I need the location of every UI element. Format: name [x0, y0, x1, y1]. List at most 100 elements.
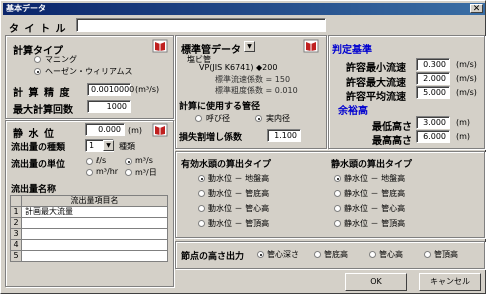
outflow-table: 流出量項目名 1 計画最大流量 2 3 4 5	[10, 195, 168, 262]
margin-max-label: 最高高さ	[372, 136, 412, 147]
table-header-name: 流出量項目名	[21, 195, 168, 207]
outflow-name-cell[interactable]	[21, 228, 168, 240]
static-level-input[interactable]: 0.000	[85, 123, 125, 136]
row-number: 5	[10, 250, 22, 262]
judge-min-unit: (m/s)	[456, 60, 477, 69]
node-top-radio[interactable]	[424, 251, 431, 258]
count-suffix: 種類	[119, 142, 135, 151]
effective-top-label: 動水位 － 管頂高	[208, 219, 270, 228]
row-number: 4	[10, 239, 22, 251]
static-head-top-radio[interactable]	[334, 220, 341, 227]
static-head-center-label: 静水位 － 管心高	[344, 204, 406, 213]
static-head-ground-radio[interactable]	[334, 175, 341, 182]
node-depth-radio[interactable]	[257, 251, 264, 258]
table-row[interactable]: 3	[10, 228, 168, 240]
title-input[interactable]	[76, 18, 326, 32]
static-head-ground-label: 静水位 － 地盤高	[344, 174, 406, 183]
table-header-row: 流出量項目名	[10, 195, 168, 207]
judge-max-unit: (m/s)	[456, 74, 477, 83]
effective-bottom-label: 動水位 － 管底高	[208, 189, 270, 198]
loss-label: 損失割増し係数	[179, 133, 243, 143]
margin-min-label: 最低高さ	[372, 122, 412, 133]
unit-ls-radio[interactable]	[86, 158, 93, 165]
accuracy-label: 計 算 精 度	[13, 88, 71, 99]
effective-bottom-radio[interactable]	[198, 190, 205, 197]
max-iter-label: 最大計算回数	[13, 105, 73, 116]
close-button[interactable]: ✕	[470, 4, 483, 14]
diameter-nominal-radio[interactable]	[195, 115, 202, 122]
table-row[interactable]: 5	[10, 250, 168, 262]
outflow-name-cell[interactable]	[21, 217, 168, 229]
dialog-window: 基本データ ✕ タ イ ト ル 計算タイプ マニング ヘーゼン・ウィリアムス 計…	[0, 0, 486, 294]
margin-max-unit: (m)	[456, 132, 471, 141]
effective-ground-radio[interactable]	[198, 175, 205, 182]
judge-min-input[interactable]: 0.300	[416, 58, 450, 71]
diameter-label: 計算に使用する管径	[179, 102, 261, 112]
margin-min-unit: (m)	[456, 118, 471, 127]
diameter-inner-radio[interactable]	[255, 115, 262, 122]
margin-header: 余裕高	[338, 106, 368, 117]
unit-m3day-radio[interactable]	[125, 169, 132, 176]
outflow-name-cell[interactable]: 計画最大流量	[21, 206, 168, 218]
title-label: タ イ ト ル	[9, 24, 67, 35]
judge-max-input[interactable]: 2.000	[416, 72, 450, 85]
static-head-bottom-label: 静水位 － 管底高	[344, 189, 406, 198]
table-row[interactable]: 1 計画最大流量	[10, 206, 168, 218]
accuracy-input[interactable]: 0.0010000	[87, 83, 134, 96]
judge-max-label: 許容最大流速	[346, 78, 406, 89]
static-head-center-radio[interactable]	[334, 205, 341, 212]
book-icon[interactable]	[303, 39, 319, 53]
count-label: 流出量の種類	[11, 143, 66, 153]
judge-header: 判定基準	[332, 45, 372, 56]
loss-input[interactable]: 1.100	[267, 129, 301, 142]
margin-min-input[interactable]: 3.000	[416, 116, 450, 129]
calc-type-hazen-label: ヘーゼン・ウィリアムス	[45, 67, 133, 76]
max-iter-input[interactable]: 1000	[87, 100, 131, 113]
pipe-rough: 標準粗度係数 = 0.010	[215, 86, 298, 95]
unit-m3hr-radio[interactable]	[86, 169, 93, 176]
count-dropdown-button[interactable]: ▼	[103, 140, 114, 151]
judge-avg-label: 許容平均流速	[346, 92, 406, 103]
row-number: 1	[10, 206, 22, 218]
ok-button[interactable]: OK	[345, 273, 407, 291]
pipe-coef: 標準流速係数 = 150	[215, 75, 291, 84]
title-bar: 基本データ ✕	[3, 3, 485, 15]
outflow-name-cell[interactable]	[21, 239, 168, 251]
calc-type-manning-radio[interactable]	[34, 56, 41, 63]
accuracy-unit: (m³/s)	[135, 85, 160, 94]
effective-center-radio[interactable]	[198, 205, 205, 212]
node-depth-label: 管心深さ	[267, 250, 299, 259]
row-number: 2	[10, 217, 22, 229]
node-center-radio[interactable]	[369, 251, 376, 258]
judge-min-label: 許容最小流速	[346, 63, 406, 74]
node-bottom-radio[interactable]	[314, 251, 321, 258]
effective-top-radio[interactable]	[198, 220, 205, 227]
static-head-bottom-radio[interactable]	[334, 190, 341, 197]
effective-ground-label: 動水位 － 地盤高	[208, 174, 270, 183]
book-icon[interactable]	[152, 123, 168, 137]
unit-m3s-label: m³/s	[135, 156, 153, 165]
table-row[interactable]: 2	[10, 217, 168, 229]
margin-max-input[interactable]: 6.000	[416, 130, 450, 143]
judge-avg-input[interactable]: 5.000	[416, 86, 450, 99]
cancel-button[interactable]: キャンセル	[419, 273, 481, 291]
diameter-inner-label: 実内径	[266, 114, 290, 123]
static-level-unit: (m)	[128, 126, 143, 135]
table-row[interactable]: 4	[10, 239, 168, 251]
calc-type-hazen-radio[interactable]	[34, 68, 41, 75]
pipe-dropdown-button[interactable]: ▼	[244, 41, 255, 52]
node-top-label: 管頂高	[434, 250, 458, 259]
book-icon[interactable]	[152, 39, 168, 53]
unit-m3s-radio[interactable]	[125, 158, 132, 165]
node-label: 節点の高さ出力	[181, 252, 245, 262]
judge-avg-unit: (m/s)	[456, 88, 477, 97]
row-number: 3	[10, 228, 22, 240]
node-bottom-label: 管底高	[324, 250, 348, 259]
unit-label: 流出量の単位	[11, 160, 66, 170]
calc-type-manning-label: マニング	[45, 55, 77, 64]
effective-center-label: 動水位 － 管心高	[208, 204, 270, 213]
outflow-name-cell[interactable]	[21, 250, 168, 262]
node-center-label: 管心高	[379, 250, 403, 259]
effective-header: 有効水頭の算出タイプ	[181, 160, 272, 170]
diameter-nominal-label: 呼び径	[206, 114, 230, 123]
